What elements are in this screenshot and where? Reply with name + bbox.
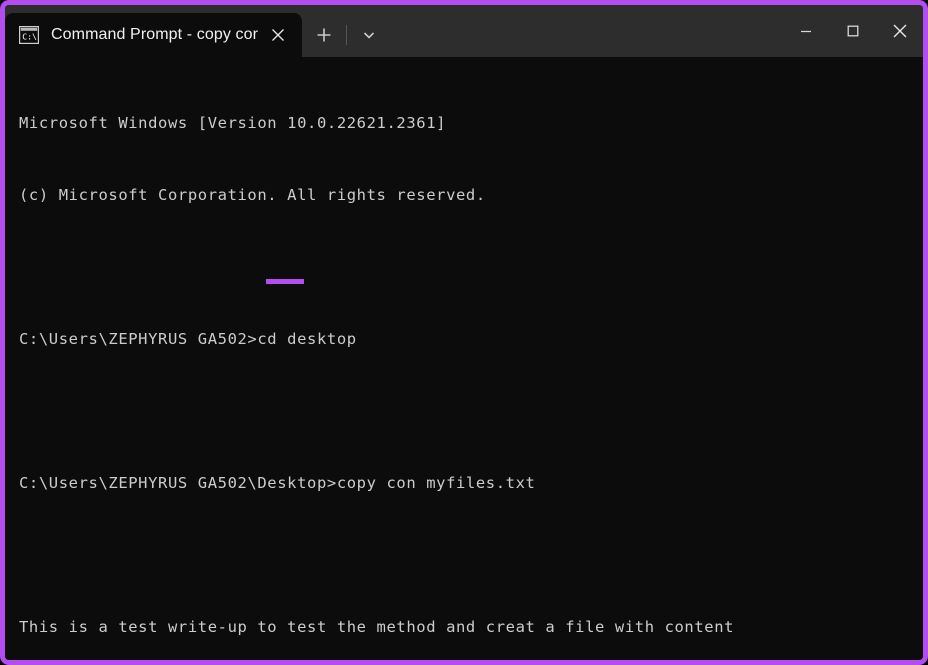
terminal-line: C:\Users\ZEPHYRUS GA502>cd desktop bbox=[19, 330, 357, 348]
terminal-line: C:\Users\ZEPHYRUS GA502\Desktop>copy con… bbox=[19, 474, 536, 492]
terminal-line: This is a test write-up to test the meth… bbox=[19, 618, 735, 636]
svg-text:C:\: C:\ bbox=[22, 32, 37, 42]
terminal-line: (c) Microsoft Corporation. All rights re… bbox=[19, 186, 486, 204]
tab-title: Command Prompt - copy cor bbox=[51, 26, 259, 43]
terminal-body[interactable]: Microsoft Windows [Version 10.0.22621.23… bbox=[5, 57, 923, 660]
terminal-line: Microsoft Windows [Version 10.0.22621.23… bbox=[19, 114, 447, 132]
close-button[interactable] bbox=[876, 5, 923, 57]
title-bar: C:\ Command Prompt - copy cor bbox=[5, 5, 923, 57]
new-tab-button[interactable] bbox=[306, 17, 342, 53]
terminal-window: C:\ Command Prompt - copy cor Microsoft … bbox=[0, 0, 928, 665]
command-prompt-icon: C:\ bbox=[18, 25, 40, 45]
chevron-down-icon[interactable] bbox=[351, 17, 387, 53]
terminal-output: Microsoft Windows [Version 10.0.22621.23… bbox=[19, 63, 923, 660]
tab-command-prompt[interactable]: C:\ Command Prompt - copy cor bbox=[5, 13, 303, 57]
maximize-button[interactable] bbox=[829, 5, 876, 57]
tab-tools-divider bbox=[346, 25, 348, 45]
tab-strip: C:\ Command Prompt - copy cor bbox=[5, 5, 387, 57]
tab-close-icon[interactable] bbox=[264, 21, 292, 49]
tab-tools bbox=[302, 13, 387, 57]
minimize-button[interactable] bbox=[782, 5, 829, 57]
window-controls bbox=[782, 5, 923, 57]
eof-marker-highlight bbox=[266, 279, 304, 284]
